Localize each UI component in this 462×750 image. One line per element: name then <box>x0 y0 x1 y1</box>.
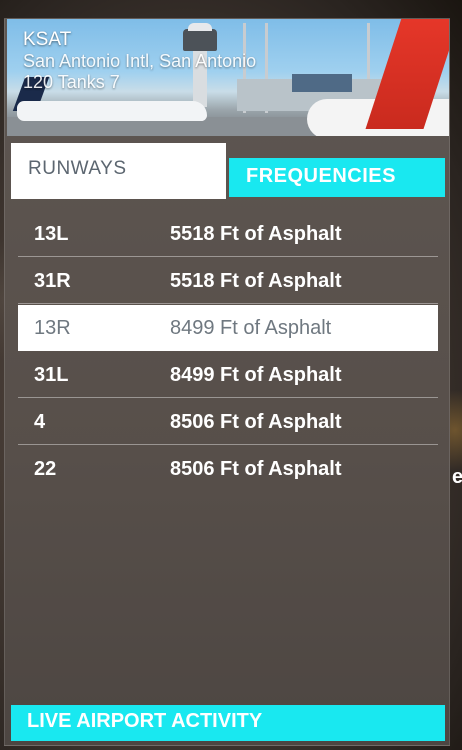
runway-description: 8499 Ft of Asphalt <box>170 317 332 339</box>
runway-list: 13L 5518 Ft of Asphalt 31R 5518 Ft of As… <box>11 200 445 700</box>
airport-info-panel: KSAT San Antonio Intl, San Antonio 120 T… <box>4 18 450 746</box>
airport-icao: KSAT <box>23 29 72 50</box>
aircraft-fuselage <box>17 101 207 121</box>
runway-description: 8506 Ft of Asphalt <box>170 458 342 480</box>
tab-runways[interactable]: RUNWAYS <box>11 143 226 199</box>
tab-frequencies[interactable]: FREQUENCIES <box>229 158 445 197</box>
runway-description: 5518 Ft of Asphalt <box>170 223 342 245</box>
runway-row[interactable]: 13L 5518 Ft of Asphalt <box>18 211 438 257</box>
runway-name: 31L <box>34 364 69 386</box>
live-airport-activity-button[interactable]: LIVE AIRPORT ACTIVITY <box>11 705 445 741</box>
runway-name: 13R <box>34 317 71 339</box>
runway-row[interactable]: 4 8506 Ft of Asphalt <box>18 399 438 445</box>
runway-row[interactable]: 31L 8499 Ft of Asphalt <box>18 352 438 398</box>
runway-name: 22 <box>34 458 57 480</box>
runway-row[interactable]: 31R 5518 Ft of Asphalt <box>18 258 438 304</box>
airport-name: San Antonio Intl, San Antonio <box>23 51 257 71</box>
offscreen-label-fragment: e <box>452 466 462 488</box>
airport-photo: KSAT San Antonio Intl, San Antonio 120 T… <box>7 19 449 136</box>
airport-meta: 120 Tanks 7 <box>23 72 120 92</box>
runway-description: 8506 Ft of Asphalt <box>170 411 342 433</box>
runway-description: 5518 Ft of Asphalt <box>170 270 342 292</box>
runway-name: 13L <box>34 223 69 245</box>
terminal-glass <box>292 74 352 92</box>
runway-description: 8499 Ft of Asphalt <box>170 364 342 386</box>
airport-header-text: KSAT San Antonio Intl, San Antonio 120 T… <box>23 29 256 93</box>
runway-row[interactable]: 22 8506 Ft of Asphalt <box>18 446 438 492</box>
runway-name: 4 <box>34 411 46 433</box>
runway-name: 31R <box>34 270 71 292</box>
runway-row-selected[interactable]: 13R 8499 Ft of Asphalt <box>18 305 438 351</box>
